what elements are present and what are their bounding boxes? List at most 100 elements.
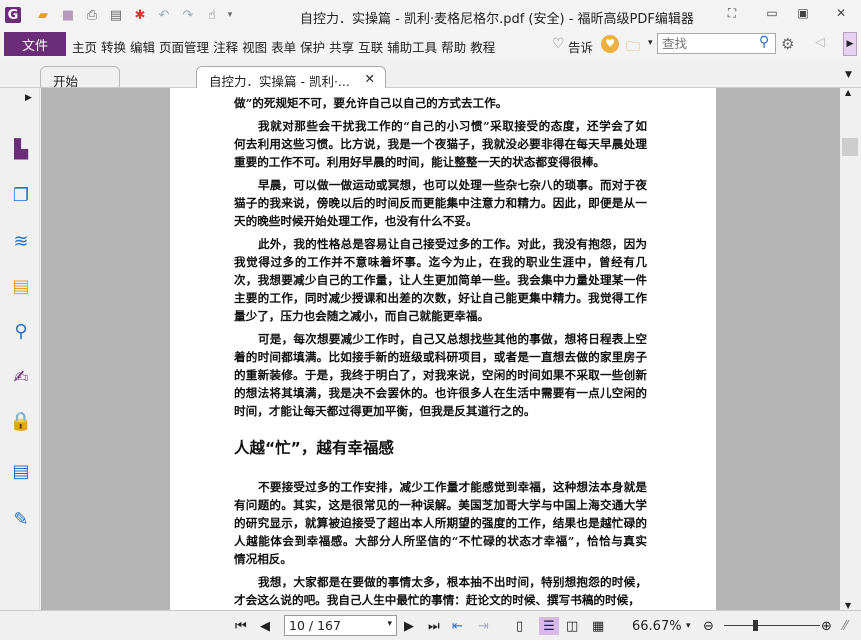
window-title: 自控力．实操篇 - 凯利·麦格尼格尔.pdf (安全) - 福昕高级PDF编辑器 — [300, 12, 694, 27]
zoom-slider-thumb[interactable] — [753, 620, 758, 631]
zoom-out-icon[interactable]: ⊖ — [703, 617, 714, 635]
text-line: 人越能体会到幸福感。大部分人所坚信的“不忙碌的状态才幸福”，恰恰与真实 — [234, 534, 647, 548]
continuous-page-icon[interactable]: ☰ — [539, 617, 559, 635]
zoom-dropdown-icon[interactable]: ▾ — [686, 617, 691, 635]
continuous-facing-icon[interactable]: ▦ — [592, 617, 604, 635]
text-line: 我就对那些会干扰我工作的“自己的小习惯”采取接受的态度，还学会了如 — [258, 119, 647, 133]
page-thumbnails-icon[interactable]: ❐ — [10, 184, 32, 206]
redo-icon[interactable]: ↷ — [180, 7, 196, 23]
menu-connect[interactable]: 互联 — [358, 37, 383, 56]
scroll-thumb[interactable] — [842, 138, 858, 156]
minimize-button[interactable]: ▭ — [764, 6, 780, 22]
paragraph: 早晨，可以做一做运动或冥想，也可以处理一些杂七杂八的琐事。而对于夜猫子的我来说，… — [234, 176, 647, 230]
tell-me-input[interactable]: 告诉 — [568, 37, 596, 56]
security-lock-icon[interactable]: 🔒 — [10, 410, 32, 432]
text-line: 的重新装修。于是，我终于明白了，对我来说，空闲的时间如果不采取一些创新 — [234, 368, 647, 382]
text-line: 次，我想要减少自己的工作量，让人生更加简单一些。我会集中力量处理某一件 — [234, 273, 647, 287]
text-line: 主要的工作，同时减少授课和出差的次数，好让自己能更集中精力。我觉得工作 — [234, 291, 647, 305]
tab-start[interactable]: 开始 — [40, 66, 120, 89]
text-line: 的想法将其填满，我是决不会罢休的。也许很多人在生活中需要有一点儿空闲的 — [234, 386, 647, 400]
menu-convert[interactable]: 转换 — [101, 37, 126, 56]
paragraph: 做”的死规矩不可，要允许自己以自己的方式去工作。 — [234, 94, 647, 112]
close-tab-icon[interactable]: ✕ — [365, 71, 375, 86]
bookmarks-icon[interactable]: ▙ — [10, 138, 32, 160]
certificate-icon[interactable]: ✎ — [10, 508, 32, 530]
menu-comment[interactable]: 注释 — [213, 37, 238, 56]
menu-organize[interactable]: 页面管理 — [159, 37, 209, 56]
status-bar: ⏮ ◀ 10 / 167 ▾ ▶ ⏭ ⇤ ⇥ ▯ ☰ ◫ ▦ 66.67% ▾ ⊖… — [0, 610, 861, 640]
menu-edit[interactable]: 编辑 — [130, 37, 155, 56]
scroll-up-icon[interactable]: ▲ — [845, 88, 851, 97]
customize-dropdown-icon[interactable]: ▾ — [222, 7, 238, 23]
page-dropdown-icon[interactable]: ▾ — [387, 619, 392, 629]
save-icon[interactable]: ■ — [60, 7, 76, 23]
zoom-in-icon[interactable]: ⊕ — [821, 617, 832, 635]
attachments-icon[interactable]: ⚲ — [10, 320, 32, 342]
text-line: 量少了，压力也会随之减小，而自己就能更幸福。 — [234, 309, 490, 323]
section-heading: 人越“忙”，越有幸福感 — [234, 439, 394, 457]
file-menu-button[interactable]: 文件 — [4, 32, 66, 56]
dropdown-arrow-icon[interactable]: ▾ — [648, 38, 653, 48]
menu-view[interactable]: 视图 — [242, 37, 267, 56]
layers-icon[interactable]: ≋ — [10, 230, 32, 252]
tab-document[interactable]: 自控力．实操篇 - 凯利·... ✕ — [196, 66, 386, 89]
heart-icon[interactable]: ♥ — [601, 35, 619, 53]
next-page-icon[interactable]: ▶ — [404, 617, 414, 635]
close-button[interactable]: ✕ — [833, 6, 849, 22]
pdf-page: 做”的死规矩不可，要允许自己以自己的方式去工作。我就对那些会干扰我工作的“自己的… — [170, 88, 716, 610]
text-line: 重要的工作不可。利用好早晨的时间，能让整整一天的状态都变得很棒。 — [234, 155, 606, 169]
text-line: 情况相反。 — [234, 552, 292, 566]
scroll-left-icon[interactable]: ◁ — [815, 35, 825, 50]
menu-form[interactable]: 表单 — [271, 37, 296, 56]
scroll-down-icon[interactable]: ▼ — [845, 601, 851, 610]
expand-panel-icon[interactable]: ▶ — [25, 93, 32, 103]
menu-help[interactable]: 帮助 — [441, 37, 466, 56]
navigation-panel: ▶ ▙ ❐ ≋ ▤ ⚲ ✍ 🔒 ▤ ✎ — [0, 88, 40, 610]
text-line: 猫子的我来说，傍晚以后的时间反而更能集中注意力和精力。因此，即便是从一 — [234, 196, 647, 210]
facing-page-icon[interactable]: ◫ — [566, 617, 578, 635]
last-page-icon[interactable]: ⏭ — [428, 617, 440, 635]
previous-page-icon[interactable]: ◀ — [260, 617, 270, 635]
menu-accessibility[interactable]: 辅助工具 — [387, 37, 437, 56]
text-line: 有问题的。其实，这是很常见的一种误解。美国芝加哥大学与中国上海交通大学 — [234, 498, 647, 512]
paragraph: 我就对那些会干扰我工作的“自己的小习惯”采取接受的态度，还学会了如 何去利用这些习… — [234, 117, 647, 171]
hand-tool-icon[interactable]: ☝ — [204, 7, 220, 23]
paragraph: 不要接受过多的工作安排，减少工作量才能感觉到幸福，这种想法本身就是 有问题的。其实… — [234, 478, 647, 568]
resize-grip-icon[interactable]: ⁄⁄ — [843, 617, 847, 635]
document-viewer[interactable]: 做”的死规矩不可，要允许自己以自己的方式去工作。我就对那些会干扰我工作的“自己的… — [41, 88, 840, 610]
comments-icon[interactable]: ▤ — [10, 275, 32, 297]
single-page-icon[interactable]: ▯ — [516, 617, 523, 635]
menu-share[interactable]: 共享 — [329, 37, 354, 56]
fullscreen-icon[interactable]: ⛶ — [724, 6, 740, 22]
tab-list-icon[interactable]: ▼ — [845, 70, 852, 80]
search-icon[interactable]: ⚲ — [759, 34, 769, 50]
new-icon[interactable]: ✱ — [132, 7, 148, 23]
properties-icon[interactable]: ▤ — [108, 7, 124, 23]
menu-tutorial[interactable]: 教程 — [470, 37, 495, 56]
menu-home[interactable]: 主页 — [72, 37, 97, 56]
open-icon[interactable]: ▰ — [35, 7, 51, 23]
first-page-icon[interactable]: ⏮ — [235, 617, 247, 635]
text-line: 早晨，可以做一做运动或冥想，也可以处理一些杂七杂八的琐事。而对于夜 — [258, 178, 647, 192]
undo-icon[interactable]: ↶ — [156, 7, 172, 23]
content-icon[interactable]: ▤ — [10, 460, 32, 482]
text-line: 此外，我的性格总是容易让自己接受过多的工作。对此，我没有抱怨，因为 — [258, 237, 647, 251]
page-number: 10 / 167 — [289, 618, 341, 633]
zoom-slider[interactable] — [724, 625, 820, 626]
print-icon[interactable]: ⎙ — [84, 7, 100, 23]
previous-view-icon[interactable]: ⇤ — [452, 617, 463, 635]
next-view-icon[interactable]: ⇥ — [478, 617, 489, 635]
gear-icon[interactable]: ⚙ — [781, 35, 794, 53]
tab-label: 自控力．实操篇 - 凯利·... — [209, 74, 350, 89]
vertical-scrollbar[interactable]: ▲ ▼ — [840, 88, 861, 610]
text-line: 着的时间都填满。比如接手新的班级或科研项目，或者是一直想去做的家里房子 — [234, 350, 647, 364]
folder-search-icon[interactable]: 🗀 — [626, 36, 640, 60]
text-line: 才会这么说的吧。我自己人生中最忙的事情：赶论文的时候、撰写书稿的时候， — [234, 593, 640, 607]
page-number-input[interactable]: 10 / 167 ▾ — [284, 615, 397, 636]
menu-protect[interactable]: 保护 — [300, 37, 325, 56]
maximize-button[interactable]: ▣ — [795, 6, 811, 22]
zoom-level[interactable]: 66.67% — [632, 617, 682, 635]
text-line: 做”的死规矩不可，要允许自己以自己的方式去工作。 — [234, 96, 508, 110]
scroll-right-icon[interactable]: ▶ — [843, 32, 857, 56]
signatures-icon[interactable]: ✍ — [10, 366, 32, 388]
